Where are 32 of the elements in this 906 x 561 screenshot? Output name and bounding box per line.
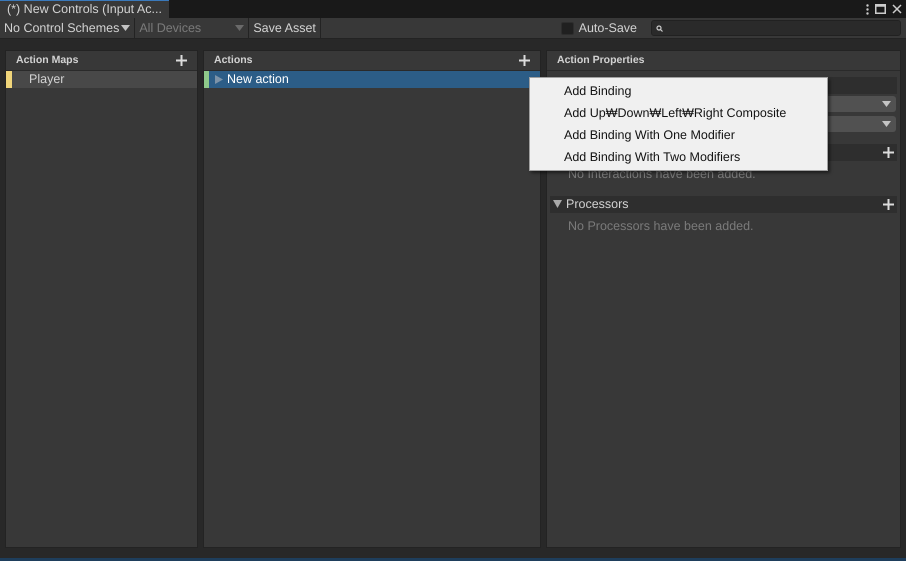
search-icon xyxy=(656,24,663,32)
panel-title: Action Maps xyxy=(16,52,78,68)
close-icon[interactable] xyxy=(892,4,902,14)
action-map-item[interactable]: Player xyxy=(6,71,197,88)
caret-icon xyxy=(235,25,244,31)
maximize-icon[interactable] xyxy=(875,4,886,14)
panel-title: Actions xyxy=(214,52,253,68)
control-scheme-dropdown[interactable]: No Control Schemes xyxy=(0,18,136,38)
caret-icon xyxy=(121,25,130,31)
action-item[interactable]: New action xyxy=(204,71,540,88)
action-color-strip xyxy=(204,71,209,88)
more-icon[interactable] xyxy=(866,4,869,14)
auto-save-label: Auto-Save xyxy=(578,20,637,37)
add-dropdown-icon[interactable] xyxy=(883,147,894,158)
menu-item[interactable]: Add Binding With Two Modifiers xyxy=(530,146,827,168)
empty-message: No Processors have been added. xyxy=(568,218,755,235)
menu-item[interactable]: Add Binding With One Modifier xyxy=(530,124,827,146)
window-tab[interactable]: (*) New Controls (Input Ac... xyxy=(0,0,169,18)
add-action-icon[interactable] xyxy=(519,55,530,66)
section-title: Processors xyxy=(566,196,629,213)
collapse-arrow-icon[interactable] xyxy=(553,200,562,208)
save-asset-button[interactable]: Save Asset xyxy=(249,18,321,38)
caret-icon xyxy=(882,121,891,127)
add-dropdown-icon[interactable] xyxy=(883,198,894,210)
map-color-strip xyxy=(6,71,12,88)
search-field[interactable] xyxy=(651,20,901,36)
panel-title: Action Properties xyxy=(557,52,645,68)
section-header[interactable]: Processors xyxy=(550,196,897,213)
auto-save-checkbox[interactable] xyxy=(560,22,574,34)
menu-item[interactable]: Add Up₩Down₩Left₩Right Composite xyxy=(530,102,827,124)
caret-icon xyxy=(882,101,891,107)
add-map-icon[interactable] xyxy=(176,55,187,66)
